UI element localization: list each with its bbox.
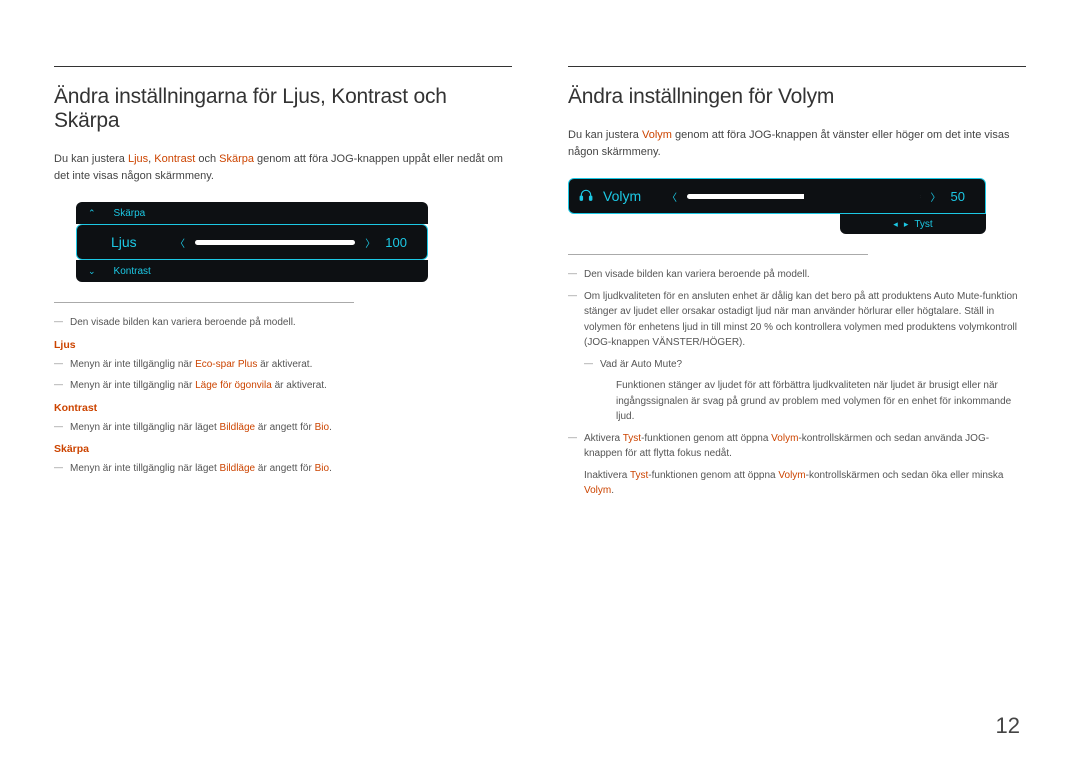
chevron-up-icon: ⌃ <box>88 208 96 219</box>
osd-panel-volume: Volym 〈 〉 50 ◂ ▸ Tyst <box>568 178 986 234</box>
osd-slider <box>687 194 921 199</box>
note-kontrast: Menyn är inte tillgänglig när läget Bild… <box>54 420 512 436</box>
term: Bildläge <box>220 463 256 474</box>
triangle-right-icon: ▸ <box>904 219 909 230</box>
osd-row-volym: Volym 〈 〉 50 <box>568 178 986 214</box>
column-rule <box>54 66 512 67</box>
text: . <box>611 485 614 496</box>
section-label-skarpa: Skärpa <box>54 443 512 455</box>
osd-slider-wrap: 〈 〉 <box>175 235 375 250</box>
right-heading: Ändra inställningen för Volym <box>568 85 1026 109</box>
osd-main-label: Ljus <box>111 234 165 250</box>
term: Läge för ögonvila <box>195 380 272 391</box>
osd-main-label: Volym <box>603 188 657 204</box>
text: . <box>329 422 332 433</box>
left-intro: Du kan justera Ljus, Kontrast och Skärpa… <box>54 151 512 184</box>
osd-row-tyst: ◂ ▸ Tyst <box>840 214 986 234</box>
note-deactivate-tyst: Inaktivera Tyst-funktionen genom att öpp… <box>568 468 1026 499</box>
text: Menyn är inte tillgänglig när läget <box>70 463 220 474</box>
note-auto-mute-a: Funktionen stänger av ljudet för att för… <box>584 378 1026 425</box>
term-ljus: Ljus <box>128 153 148 165</box>
section-label-kontrast: Kontrast <box>54 402 512 414</box>
page-number: 12 <box>996 713 1020 739</box>
text: Inaktivera <box>584 470 630 481</box>
term: Bio <box>315 463 329 474</box>
term: Volym <box>778 470 805 481</box>
text: är aktiverat. <box>257 359 312 370</box>
text: och <box>195 153 219 165</box>
text: Menyn är inte tillgänglig när läget <box>70 422 220 433</box>
note-auto-mute-q: Vad är Auto Mute? <box>584 357 1026 373</box>
text: -funktionen genom att öppna <box>648 470 778 481</box>
note-ljus-1: Menyn är inte tillgänglig när Eco-spar P… <box>54 357 512 373</box>
chevron-left-icon: 〈 <box>175 235 185 250</box>
term-skarpa: Skärpa <box>219 153 254 165</box>
notes-separator <box>54 302 354 303</box>
term: Bildläge <box>220 422 256 433</box>
osd-bottom-label: Kontrast <box>114 266 151 277</box>
left-heading: Ändra inställningarna för Ljus, Kontrast… <box>54 85 512 133</box>
note-activate-tyst: Aktivera Tyst-funktionen genom att öppna… <box>568 431 1026 462</box>
term-volym: Volym <box>642 129 672 141</box>
text: Menyn är inte tillgänglig när <box>70 359 195 370</box>
note-ljus-2: Menyn är inte tillgänglig när Läge för ö… <box>54 378 512 394</box>
osd-top-label: Skärpa <box>114 208 146 219</box>
triangle-left-icon: ◂ <box>893 219 898 230</box>
term: Volym <box>771 433 798 444</box>
column-rule <box>568 66 1026 67</box>
text: Du kan justera <box>568 129 642 141</box>
term: Volym <box>584 485 611 496</box>
chevron-left-icon: 〈 <box>667 189 677 204</box>
chevron-right-icon: 〉 <box>365 235 375 250</box>
chevron-down-icon: ⌄ <box>88 266 96 277</box>
text: -funktionen genom att öppna <box>641 433 771 444</box>
term: Tyst <box>630 470 648 481</box>
text: är aktiverat. <box>272 380 327 391</box>
note-auto-mute: Om ljudkvaliteten för en ansluten enhet … <box>568 289 1026 351</box>
osd-sub-label: Tyst <box>914 219 932 230</box>
text: är angett för <box>255 463 314 474</box>
osd-row-ljus: Ljus 〈 〉 100 <box>76 224 428 260</box>
text: Menyn är inte tillgänglig när <box>70 380 195 391</box>
osd-slider-wrap: 〈 〉 <box>667 189 941 204</box>
text: -kontrollskärmen och sedan öka eller min… <box>806 470 1004 481</box>
note-skarpa: Menyn är inte tillgänglig när läget Bild… <box>54 461 512 477</box>
page-content: Ändra inställningarna för Ljus, Kontrast… <box>0 0 1080 763</box>
osd-value: 100 <box>385 235 407 250</box>
headphones-icon <box>579 188 593 205</box>
text: är angett för <box>255 422 314 433</box>
section-label-ljus: Ljus <box>54 339 512 351</box>
osd-row-skarpa: ⌃ Skärpa <box>76 202 428 224</box>
text: . <box>329 463 332 474</box>
right-column: Ändra inställningen för Volym Du kan jus… <box>568 66 1026 733</box>
term: Eco-spar Plus <box>195 359 257 370</box>
osd-value: 50 <box>951 189 965 204</box>
term-kontrast: Kontrast <box>154 153 195 165</box>
chevron-right-icon: 〉 <box>931 189 941 204</box>
term: Bio <box>315 422 329 433</box>
text: Aktivera <box>584 433 623 444</box>
term: Tyst <box>623 433 641 444</box>
osd-row-kontrast: ⌄ Kontrast <box>76 260 428 282</box>
osd-slider <box>195 240 355 245</box>
note-model-vary: Den visade bilden kan variera beroende p… <box>54 315 512 331</box>
osd-panel-brightness: ⌃ Skärpa Ljus 〈 〉 100 ⌄ Kontrast <box>76 202 428 282</box>
right-intro: Du kan justera Volym genom att föra JOG-… <box>568 127 1026 160</box>
note-model-vary-r: Den visade bilden kan variera beroende p… <box>568 267 1026 283</box>
notes-separator <box>568 254 868 255</box>
text: Du kan justera <box>54 153 128 165</box>
left-column: Ändra inställningarna för Ljus, Kontrast… <box>54 66 512 733</box>
